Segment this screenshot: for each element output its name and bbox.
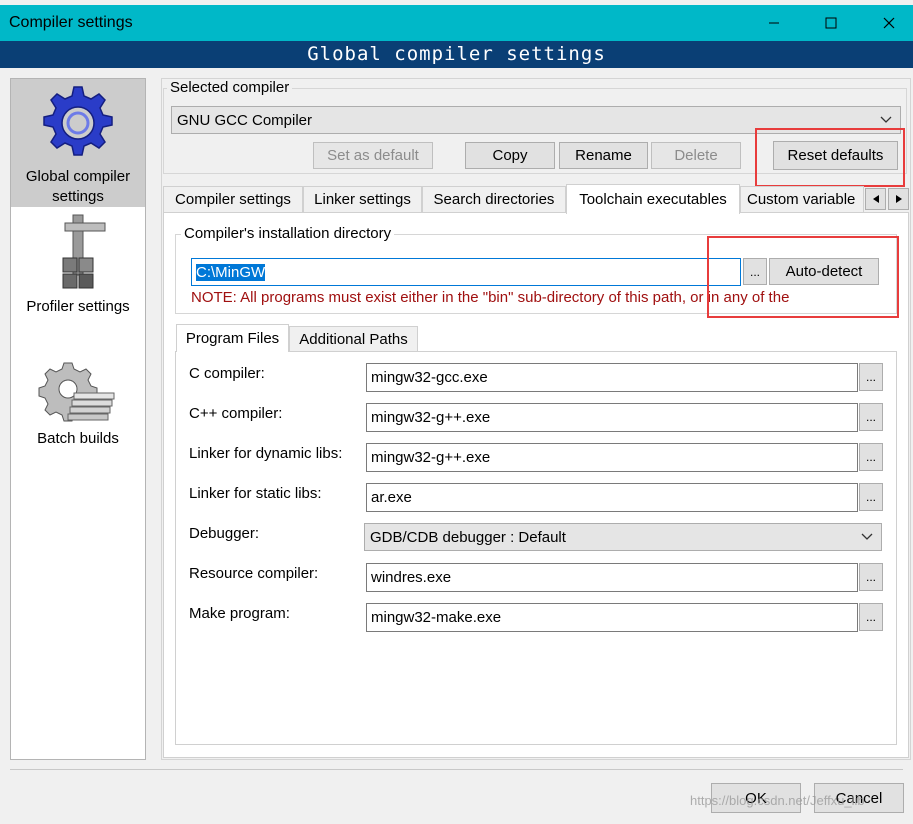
install-dir-note: NOTE: All programs must exist either in … bbox=[191, 289, 790, 306]
cpp-compiler-label: C++ compiler: bbox=[189, 405, 283, 422]
debugger-select[interactable]: GDB/CDB debugger : Default bbox=[364, 523, 882, 551]
sidebar-item-global-compiler[interactable]: Global compiler settings bbox=[11, 79, 145, 207]
page-header: Global compiler settings bbox=[0, 41, 913, 68]
linker-dynamic-browse-button[interactable]: ... bbox=[859, 443, 883, 471]
title-bar: Compiler settings bbox=[0, 5, 913, 41]
subtab-program-files[interactable]: Program Files bbox=[176, 324, 289, 352]
resource-compiler-input[interactable]: windres.exe bbox=[366, 563, 858, 592]
tab-linker-settings[interactable]: Linker settings bbox=[303, 186, 422, 212]
resource-compiler-label: Resource compiler: bbox=[189, 565, 319, 582]
linker-dynamic-label: Linker for dynamic libs: bbox=[189, 445, 343, 462]
sidebar-item-batch-builds[interactable]: Batch builds bbox=[11, 359, 145, 459]
copy-button[interactable]: Copy bbox=[465, 142, 555, 169]
linker-static-browse-button[interactable]: ... bbox=[859, 483, 883, 511]
cpp-compiler-browse-button[interactable]: ... bbox=[859, 403, 883, 431]
make-program-label: Make program: bbox=[189, 605, 290, 622]
footer-divider bbox=[10, 769, 903, 770]
caliper-icon bbox=[62, 214, 106, 289]
gear-icon bbox=[43, 86, 113, 156]
tab-scroll-left-button[interactable] bbox=[865, 188, 886, 210]
chevron-down-icon bbox=[880, 116, 892, 123]
make-program-input[interactable]: mingw32-make.exe bbox=[366, 603, 858, 632]
resource-compiler-browse-button[interactable]: ... bbox=[859, 563, 883, 591]
window-title: Compiler settings bbox=[9, 14, 133, 31]
linker-static-label: Linker for static libs: bbox=[189, 485, 322, 502]
c-compiler-label: C compiler: bbox=[189, 365, 265, 382]
triangle-right-icon bbox=[895, 195, 902, 203]
reset-defaults-button[interactable]: Reset defaults bbox=[773, 141, 898, 170]
minimize-button[interactable] bbox=[751, 5, 797, 41]
triangle-left-icon bbox=[872, 195, 879, 203]
tab-scroll-right-button[interactable] bbox=[888, 188, 909, 210]
linker-dynamic-input[interactable]: mingw32-g++.exe bbox=[366, 443, 858, 472]
linker-static-input[interactable]: ar.exe bbox=[366, 483, 858, 512]
minimize-icon bbox=[769, 22, 779, 24]
tab-toolchain-executables[interactable]: Toolchain executables bbox=[566, 184, 740, 214]
tab-search-directories[interactable]: Search directories bbox=[422, 186, 566, 212]
close-button[interactable] bbox=[866, 5, 912, 41]
c-compiler-input[interactable]: mingw32-gcc.exe bbox=[366, 363, 858, 392]
sidebar: Global compiler settings Profiler settin… bbox=[10, 78, 146, 760]
cpp-compiler-input[interactable]: mingw32-g++.exe bbox=[366, 403, 858, 432]
delete-button[interactable]: Delete bbox=[651, 142, 741, 169]
sidebar-item-label: settings bbox=[52, 188, 104, 205]
sidebar-item-label: Profiler settings bbox=[26, 298, 130, 315]
compiler-select-value: GNU GCC Compiler bbox=[177, 111, 313, 129]
sidebar-item-label: Global compiler bbox=[25, 168, 131, 185]
debugger-select-value: GDB/CDB debugger : Default bbox=[370, 528, 566, 546]
maximize-button[interactable] bbox=[808, 5, 854, 41]
install-dir-label: Compiler's installation directory bbox=[181, 225, 395, 242]
subtab-additional-paths[interactable]: Additional Paths bbox=[289, 326, 418, 352]
gear-stack-icon bbox=[38, 362, 115, 422]
watermark: https://blog.csdn.net/Jeffxu_lib bbox=[690, 793, 865, 808]
sidebar-item-label: Batch builds bbox=[37, 430, 119, 447]
install-dir-browse-button[interactable]: ... bbox=[743, 258, 767, 285]
set-default-button[interactable]: Set as default bbox=[313, 142, 433, 169]
c-compiler-browse-button[interactable]: ... bbox=[859, 363, 883, 391]
debugger-label: Debugger: bbox=[189, 525, 260, 542]
compiler-select[interactable]: GNU GCC Compiler bbox=[171, 106, 901, 134]
chevron-down-icon bbox=[861, 533, 873, 540]
tab-custom-variables[interactable]: Custom variable bbox=[740, 186, 864, 212]
rename-button[interactable]: Rename bbox=[559, 142, 648, 169]
install-dir-value: C:\MinGW bbox=[196, 263, 266, 281]
close-icon bbox=[883, 17, 895, 29]
make-program-browse-button[interactable]: ... bbox=[859, 603, 883, 631]
maximize-icon bbox=[825, 17, 837, 29]
selected-compiler-label: Selected compiler bbox=[167, 79, 293, 96]
install-dir-input[interactable]: C:\MinGW bbox=[191, 258, 741, 286]
auto-detect-button[interactable]: Auto-detect bbox=[769, 258, 879, 285]
tab-compiler-settings[interactable]: Compiler settings bbox=[163, 186, 303, 212]
sidebar-item-profiler[interactable]: Profiler settings bbox=[11, 213, 145, 323]
